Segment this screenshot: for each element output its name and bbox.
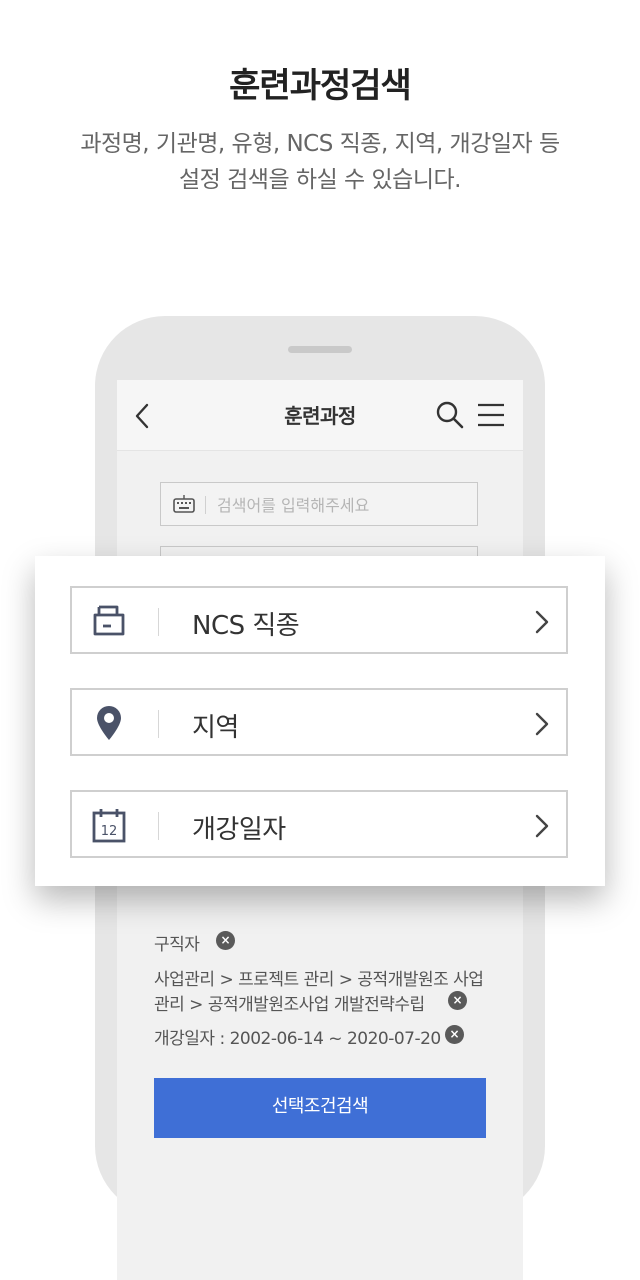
clear-ncs-icon[interactable]: × (448, 991, 467, 1010)
filter-ncs-line-2: 관리 > 공적개발원조사업 개발전략수립 (154, 995, 425, 1015)
folder-icon (93, 605, 125, 636)
chevron-right-icon (535, 610, 549, 634)
location-pin-icon (97, 706, 121, 740)
search-field-divider (205, 496, 206, 514)
app-bar: 훈련과정 (117, 380, 523, 451)
search-input[interactable] (215, 491, 469, 519)
page-subtitle-line-2: 설정 검색을 하실 수 있습니다. (179, 167, 461, 193)
chevron-right-icon (535, 814, 549, 838)
option-label: 지역 (192, 713, 239, 743)
option-start-date[interactable]: 12 개강일자 (70, 790, 568, 858)
search-selected-button[interactable]: 선택조건검색 (154, 1078, 486, 1138)
option-divider (158, 710, 159, 738)
clear-date-icon[interactable]: × (445, 1025, 464, 1044)
clear-job-seeker-icon[interactable]: × (216, 931, 235, 950)
phone-speaker (288, 346, 352, 353)
option-divider (158, 812, 159, 840)
hamburger-menu-icon[interactable] (477, 402, 505, 428)
filter-job-seeker: 구직자 (154, 935, 200, 955)
calendar-icon-number: 12 (101, 824, 118, 839)
calendar-icon: 12 (92, 809, 126, 843)
option-divider (158, 608, 159, 636)
option-label: 개강일자 (192, 815, 286, 845)
search-icon[interactable] (435, 400, 465, 430)
option-ncs-job[interactable]: NCS 직종 (70, 586, 568, 654)
search-options-card: NCS 직종 지역 12 개강일자 (35, 556, 605, 886)
page-subtitle-line-1: 과정명, 기관명, 유형, NCS 직종, 지역, 개강일자 등 (80, 131, 560, 157)
filter-ncs-line-1: 사업관리 > 프로젝트 관리 > 공적개발원조 사업 (154, 970, 484, 990)
page-title: 훈련과정검색 (229, 66, 412, 106)
chevron-right-icon (535, 712, 549, 736)
option-label: NCS 직종 (192, 611, 300, 641)
search-field[interactable] (160, 482, 478, 526)
option-region[interactable]: 지역 (70, 688, 568, 756)
filter-date: 개강일자 : 2002-06-14 ~ 2020-07-20 (154, 1029, 441, 1049)
keyboard-icon (173, 495, 195, 513)
